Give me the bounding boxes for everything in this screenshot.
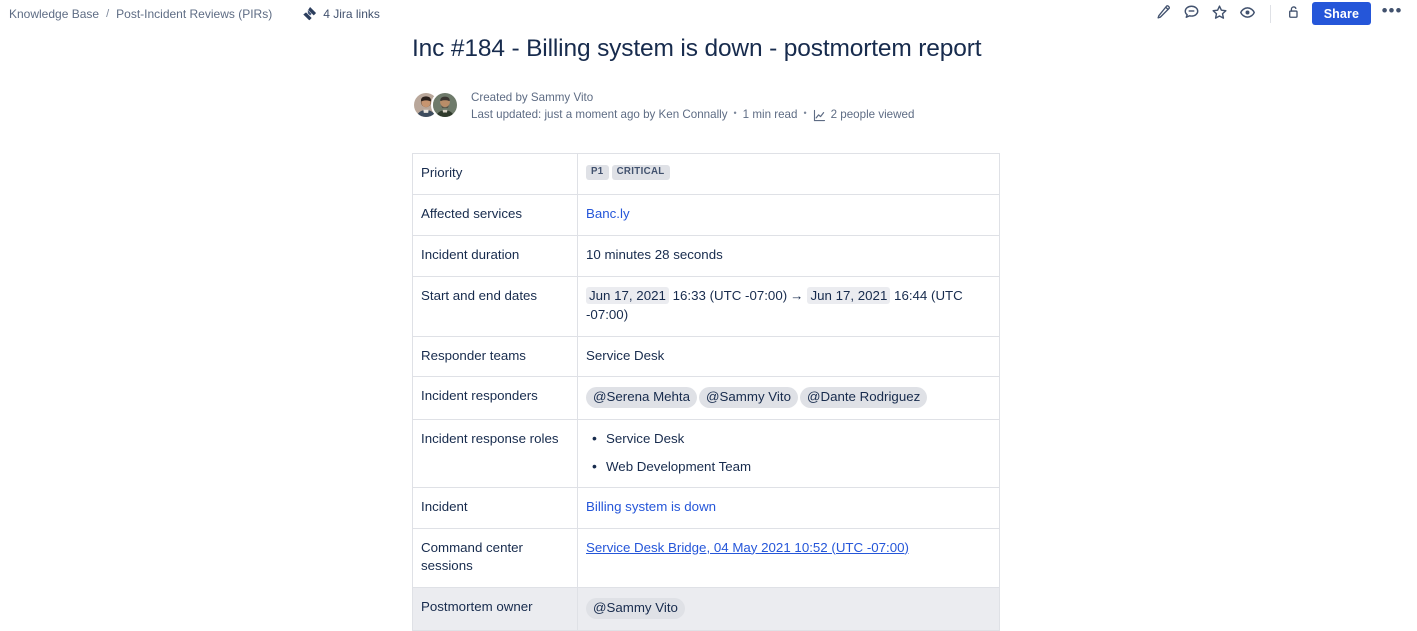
status-badge: P1 — [586, 165, 609, 180]
top-bar: Knowledge Base / Post-Incident Reviews (… — [0, 0, 1417, 27]
table-row-value: Service Desk Bridge, 04 May 2021 10:52 (… — [578, 528, 1000, 588]
table-row-label: Postmortem owner — [413, 588, 578, 631]
toolbar-divider — [1270, 5, 1271, 23]
analytics-chart-icon — [813, 109, 826, 122]
value-link[interactable]: Service Desk Bridge, 04 May 2021 10:52 (… — [586, 540, 909, 555]
table-row-label: Responder teams — [413, 336, 578, 377]
watch-button[interactable] — [1235, 1, 1261, 27]
incident-info-table-body: PriorityP1CRITICALAffected servicesBanc.… — [413, 154, 1000, 631]
mention-chip[interactable]: @Sammy Vito — [586, 598, 685, 619]
table-row: Incident duration10 minutes 28 seconds — [413, 235, 1000, 276]
table-row: PriorityP1CRITICAL — [413, 154, 1000, 195]
list-item: Service Desk — [606, 431, 987, 459]
read-time-text: 1 min read — [743, 106, 798, 123]
comment-button[interactable] — [1179, 1, 1205, 27]
value-link[interactable]: Billing system is down — [586, 499, 716, 514]
page-title: Inc #184 - Billing system is down - post… — [412, 35, 1417, 64]
table-row-value: Jun 17, 2021 16:33 (UTC -07:00)→ Jun 17, … — [578, 276, 1000, 336]
bullet-list: Service DeskWeb Development Team — [586, 431, 987, 475]
table-row-label: Incident responders — [413, 377, 578, 420]
list-item: Web Development Team — [606, 459, 987, 476]
table-row-value: @Serena Mehta@Sammy Vito@Dante Rodriguez — [578, 377, 1000, 420]
mention-chip[interactable]: @Serena Mehta — [586, 387, 697, 408]
jira-logo-icon — [302, 6, 317, 21]
start-time-text: 16:33 (UTC -07:00) — [669, 288, 787, 303]
table-row: Incident responders@Serena Mehta@Sammy V… — [413, 377, 1000, 420]
table-row-value: 10 minutes 28 seconds — [578, 235, 1000, 276]
author-avatars[interactable] — [412, 89, 459, 119]
jira-links-button[interactable]: 4 Jira links — [302, 6, 380, 21]
table-row: Start and end datesJun 17, 2021 16:33 (U… — [413, 276, 1000, 336]
table-row-label: Start and end dates — [413, 276, 578, 336]
breadcrumb: Knowledge Base / Post-Incident Reviews (… — [9, 7, 272, 21]
mention-chip[interactable]: @Sammy Vito — [699, 387, 798, 408]
edit-icon — [1156, 4, 1172, 23]
meta-separator: • — [803, 109, 806, 118]
comment-icon — [1183, 4, 1200, 24]
byline: Created by Sammy Vito Last updated: just… — [412, 89, 1417, 123]
byline-text: Created by Sammy Vito Last updated: just… — [471, 89, 914, 123]
table-row-value: Banc.ly — [578, 195, 1000, 236]
last-updated-text: Last updated: just a moment ago by Ken C… — [471, 106, 728, 123]
table-row: Affected services Banc.ly — [413, 195, 1000, 236]
table-row-value: @Sammy Vito — [578, 588, 1000, 631]
star-icon — [1211, 4, 1228, 24]
breadcrumb-separator: / — [106, 8, 109, 20]
status-badge: CRITICAL — [612, 165, 670, 180]
breadcrumb-item-knowledge-base[interactable]: Knowledge Base — [9, 7, 99, 21]
table-row-label: Incident — [413, 487, 578, 528]
meta-separator: • — [734, 109, 737, 118]
table-row-label: Incident response roles — [413, 420, 578, 487]
table-row-value: Billing system is down — [578, 487, 1000, 528]
save-for-later-button[interactable] — [1207, 1, 1233, 27]
arrow-right-icon: → — [790, 288, 803, 303]
table-row-value: Service Desk — [578, 336, 1000, 377]
avatar[interactable] — [431, 91, 459, 119]
jira-links-label: 4 Jira links — [323, 7, 380, 21]
mention-chip[interactable]: @Dante Rodriguez — [800, 387, 927, 408]
table-row-label: Command center sessions — [413, 528, 578, 588]
more-actions-button[interactable]: ••• — [1379, 1, 1405, 27]
table-row-label: Incident duration — [413, 235, 578, 276]
edit-button[interactable] — [1151, 1, 1177, 27]
table-row-label: Affected services — [413, 195, 578, 236]
table-row: Postmortem owner @Sammy Vito — [413, 588, 1000, 631]
breadcrumb-item-post-incident-reviews[interactable]: Post-Incident Reviews (PIRs) — [116, 7, 272, 21]
value-link[interactable]: Banc.ly — [586, 206, 630, 221]
table-row-value: P1CRITICAL — [578, 154, 1000, 195]
table-row-value: Service DeskWeb Development Team — [578, 420, 1000, 487]
created-by-line: Created by Sammy Vito — [471, 89, 914, 106]
table-row-label: Priority — [413, 154, 578, 195]
end-date-chip[interactable]: Jun 17, 2021 — [807, 287, 890, 304]
share-button[interactable]: Share — [1312, 2, 1371, 25]
table-row: Incident response rolesService DeskWeb D… — [413, 420, 1000, 487]
unlock-icon — [1285, 4, 1301, 23]
views-text[interactable]: 2 people viewed — [831, 106, 915, 123]
restrictions-button[interactable] — [1280, 1, 1306, 27]
table-row: Command center sessions Service Desk Brid… — [413, 528, 1000, 588]
table-row: Responder teamsService Desk — [413, 336, 1000, 377]
start-date-chip[interactable]: Jun 17, 2021 — [586, 287, 669, 304]
table-row: Incident Billing system is down — [413, 487, 1000, 528]
toolbar-actions: Share ••• — [1151, 1, 1405, 27]
page-content: Inc #184 - Billing system is down - post… — [0, 27, 1417, 631]
updated-meta-line: Last updated: just a moment ago by Ken C… — [471, 106, 914, 123]
watch-eye-icon — [1239, 4, 1256, 24]
incident-info-table: PriorityP1CRITICALAffected servicesBanc.… — [412, 153, 1000, 631]
